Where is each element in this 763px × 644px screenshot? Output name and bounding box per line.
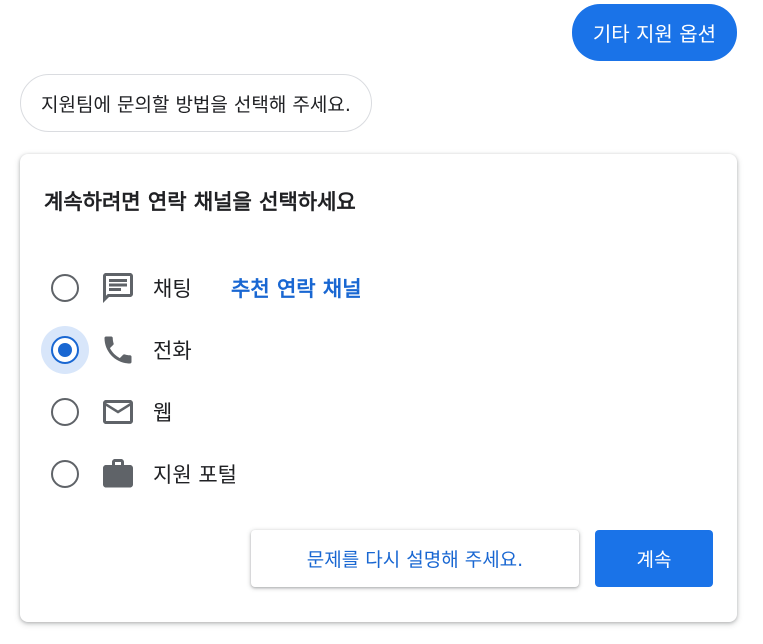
channel-option-support-portal[interactable]: 지원 포털 — [20, 443, 737, 505]
support-chat-page: 기타 지원 옵션 지원팀에 문의할 방법을 선택해 주세요. 계속하려면 연락 … — [0, 0, 763, 644]
user-message-bubble: 기타 지원 옵션 — [571, 4, 737, 61]
card-title: 계속하려면 연락 채널을 선택하세요 — [44, 190, 356, 214]
redescribe-problem-button[interactable]: 문제를 다시 설명해 주세요. — [251, 530, 579, 587]
radio-web[interactable] — [41, 388, 89, 436]
radio-phone[interactable] — [41, 326, 89, 374]
radio-circle — [51, 398, 79, 426]
chat-icon — [100, 270, 136, 306]
mail-icon — [100, 394, 136, 430]
radio-support-portal[interactable] — [41, 450, 89, 498]
phone-icon — [100, 332, 136, 368]
radio-circle — [51, 460, 79, 488]
channel-label-web: 웹 — [153, 401, 173, 425]
channel-option-phone[interactable]: 전화 — [20, 319, 737, 381]
radio-chat[interactable] — [41, 264, 89, 312]
radio-circle — [51, 274, 79, 302]
contact-channel-card: 계속하려면 연락 채널을 선택하세요 채팅 추천 연락 채널 전화 웹 지원 포… — [20, 154, 737, 622]
radio-dot — [58, 343, 72, 357]
channel-label-support-portal: 지원 포털 — [153, 463, 237, 487]
channel-label-phone: 전화 — [153, 339, 192, 363]
briefcase-icon — [100, 456, 136, 492]
bot-message-bubble: 지원팀에 문의할 방법을 선택해 주세요. — [20, 74, 372, 132]
bot-message-text: 지원팀에 문의할 방법을 선택해 주세요. — [41, 93, 351, 116]
channel-option-web[interactable]: 웹 — [20, 381, 737, 443]
channel-label-chat: 채팅 — [153, 277, 192, 301]
radio-circle-selected — [51, 336, 79, 364]
user-message-text: 기타 지원 옵션 — [592, 22, 716, 46]
recommended-badge: 추천 연락 채널 — [231, 277, 362, 301]
channel-option-chat[interactable]: 채팅 추천 연락 채널 — [20, 257, 737, 319]
continue-button[interactable]: 계속 — [595, 530, 713, 587]
